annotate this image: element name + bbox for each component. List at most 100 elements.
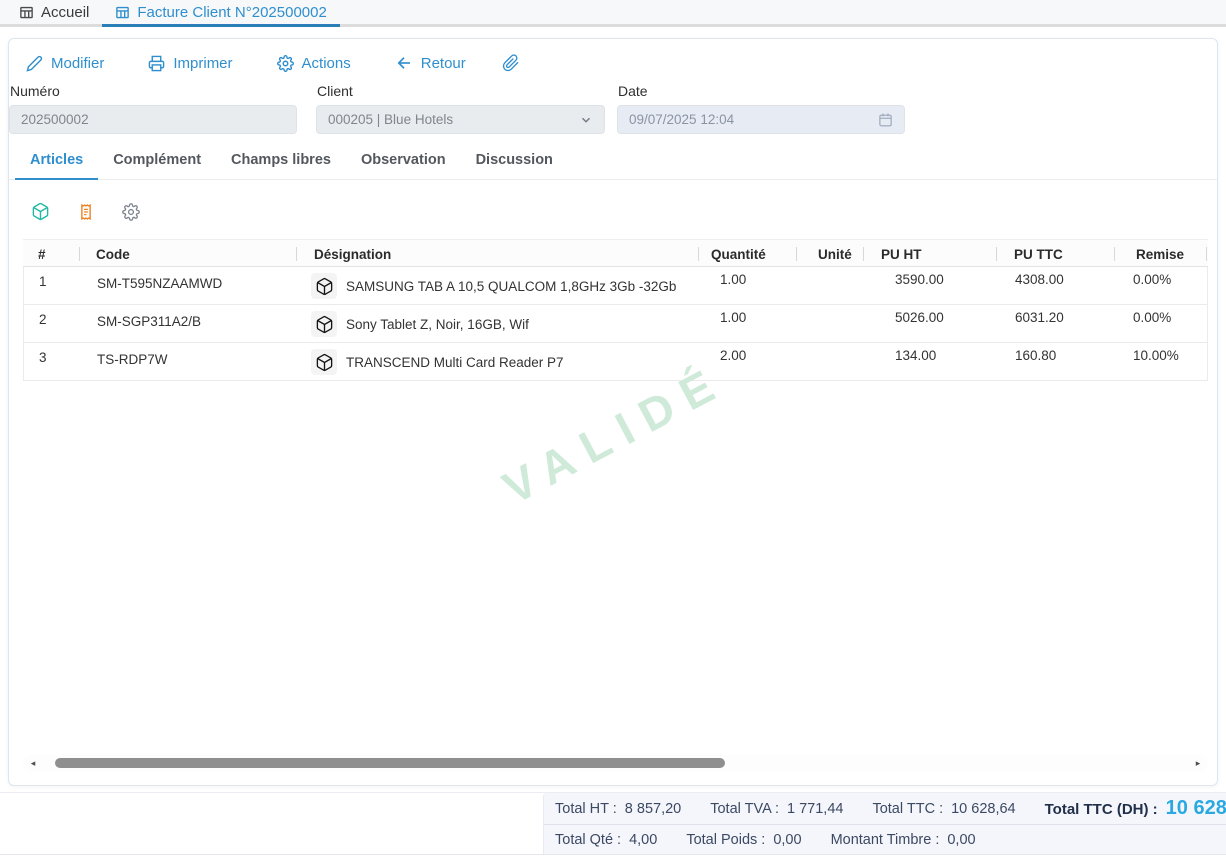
col-quantite[interactable]: Quantité (711, 240, 766, 268)
col-num[interactable]: # (38, 240, 46, 268)
toolbar: Modifier Imprimer Actions Retour (9, 43, 520, 83)
client-label: Client (316, 83, 605, 100)
tab-facture-client[interactable]: Facture Client N°202500002 (102, 0, 339, 27)
tab-discussion-label: Discussion (476, 152, 553, 168)
back-button[interactable]: Retour (395, 54, 466, 72)
col-designation[interactable]: Désignation (314, 240, 391, 268)
row-qty: 1.00 (720, 272, 746, 287)
total-tva: Total TVA : 1 771,44 (710, 801, 843, 817)
screen: Accueil Facture Client N°202500002 Modif… (0, 0, 1226, 860)
numero-label: Numéro (9, 83, 297, 100)
column-separator (996, 247, 997, 261)
package-icon[interactable] (31, 202, 50, 221)
package-icon (311, 349, 337, 375)
actions-button[interactable]: Actions (277, 55, 351, 72)
totals-row-main: Total HT : 8 857,20 Total TVA : 1 771,44… (544, 793, 1226, 825)
row-pu-ttc: 4308.00 (1015, 272, 1064, 287)
table-row[interactable]: 3 TS-RDP7W TRANSCEND Multi Card Reader P… (24, 343, 1207, 381)
col-pu-ttc[interactable]: PU TTC (1014, 240, 1063, 268)
montant-timbre: Montant Timbre : 0,00 (831, 832, 976, 848)
tab-articles[interactable]: Articles (15, 142, 98, 180)
column-separator (863, 247, 864, 261)
col-unite[interactable]: Unité (818, 240, 852, 268)
print-button[interactable]: Imprimer (148, 55, 232, 72)
tab-facture-client-label: Facture Client N°202500002 (137, 4, 326, 21)
row-pu-ht: 134.00 (895, 348, 936, 363)
date-label: Date (617, 83, 905, 100)
row-code: SM-SGP311A2/B (97, 314, 201, 329)
receipt-icon[interactable] (77, 203, 95, 221)
total-ttc-label: Total TTC : (872, 801, 943, 817)
total-ht-value: 8 857,20 (625, 801, 681, 817)
total-ttc-dh: Total TTC (DH) : 10 628,64 (1045, 797, 1226, 820)
total-poids-label: Total Poids : (686, 832, 765, 848)
grid-action-icons (31, 202, 140, 221)
client-select[interactable]: 000205 | Blue Hotels (316, 105, 605, 134)
paperclip-icon[interactable] (502, 54, 520, 72)
total-qte-value: 4,00 (629, 832, 657, 848)
table-body: 1 SM-T595NZAAMWD SAMSUNG TAB A 10,5 QUAL… (23, 267, 1208, 381)
total-ht-label: Total HT : (555, 801, 617, 817)
row-pu-ttc: 6031.20 (1015, 310, 1064, 325)
client-field-group: Client 000205 | Blue Hotels (316, 83, 605, 134)
row-qty: 1.00 (720, 310, 746, 325)
row-pu-ttc: 160.80 (1015, 348, 1056, 363)
horizontal-scrollbar[interactable]: ◂ ▸ (23, 755, 1208, 772)
table-header: # Code Désignation Quantité Unité PU HT … (23, 239, 1208, 267)
tab-accueil-label: Accueil (41, 4, 89, 21)
column-separator (1206, 247, 1207, 261)
window-tab-bar: Accueil Facture Client N°202500002 (0, 0, 1226, 27)
tab-observation[interactable]: Observation (346, 142, 461, 180)
col-pu-ht[interactable]: PU HT (881, 240, 922, 268)
row-remise: 10.00% (1133, 348, 1179, 363)
row-qty: 2.00 (720, 348, 746, 363)
table-row[interactable]: 2 SM-SGP311A2/B Sony Tablet Z, Noir, 16G… (24, 305, 1207, 343)
row-designation: SAMSUNG TAB A 10,5 QUALCOM 1,8GHz 3Gb -3… (311, 267, 676, 305)
gear-icon[interactable] (122, 203, 140, 221)
section-tabs: Articles Complément Champs libres Observ… (9, 142, 1217, 180)
row-pu-ht: 3590.00 (895, 272, 944, 287)
modify-button[interactable]: Modifier (26, 55, 104, 72)
totals-box: Total HT : 8 857,20 Total TVA : 1 771,44… (543, 793, 1226, 854)
numero-field-group: Numéro 202500002 (9, 83, 297, 134)
tab-accueil[interactable]: Accueil (6, 0, 102, 27)
col-remise[interactable]: Remise (1136, 240, 1184, 268)
montant-timbre-value: 0,00 (947, 832, 975, 848)
row-code: TS-RDP7W (97, 352, 168, 367)
tab-complement[interactable]: Complément (98, 142, 216, 180)
actions-label: Actions (302, 55, 351, 72)
column-separator (296, 247, 297, 261)
modify-label: Modifier (51, 55, 104, 72)
scroll-left-icon[interactable]: ◂ (25, 755, 41, 772)
total-ttc-dh-label: Total TTC (DH) : (1045, 801, 1158, 818)
back-label: Retour (421, 55, 466, 72)
grid-icon (19, 5, 34, 20)
date-input[interactable]: 09/07/2025 12:04 (617, 105, 905, 134)
row-pu-ht: 5026.00 (895, 310, 944, 325)
tab-discussion[interactable]: Discussion (461, 142, 568, 180)
total-poids: Total Poids : 0,00 (686, 832, 801, 848)
date-field-group: Date 09/07/2025 12:04 (617, 83, 905, 134)
col-code[interactable]: Code (96, 240, 130, 268)
tab-champs-libres[interactable]: Champs libres (216, 142, 346, 180)
row-designation: Sony Tablet Z, Noir, 16GB, Wif (311, 305, 529, 343)
column-separator (796, 247, 797, 261)
row-designation-text: TRANSCEND Multi Card Reader P7 (346, 355, 564, 370)
print-label: Imprimer (173, 55, 232, 72)
total-tva-value: 1 771,44 (787, 801, 843, 817)
arrow-left-icon (395, 54, 413, 72)
total-qte: Total Qté : 4,00 (555, 832, 657, 848)
scroll-right-icon[interactable]: ▸ (1190, 755, 1206, 772)
total-ttc: Total TTC : 10 628,64 (872, 801, 1015, 817)
total-ht: Total HT : 8 857,20 (555, 801, 681, 817)
calendar-icon (878, 112, 893, 127)
montant-timbre-label: Montant Timbre : (831, 832, 940, 848)
client-value: 000205 | Blue Hotels (328, 112, 453, 127)
numero-input[interactable]: 202500002 (9, 105, 297, 134)
tab-articles-label: Articles (30, 152, 83, 168)
scrollbar-thumb[interactable] (55, 758, 725, 768)
tab-observation-label: Observation (361, 152, 446, 168)
articles-table: # Code Désignation Quantité Unité PU HT … (23, 239, 1208, 381)
row-number: 3 (39, 350, 47, 365)
table-row[interactable]: 1 SM-T595NZAAMWD SAMSUNG TAB A 10,5 QUAL… (24, 267, 1207, 305)
